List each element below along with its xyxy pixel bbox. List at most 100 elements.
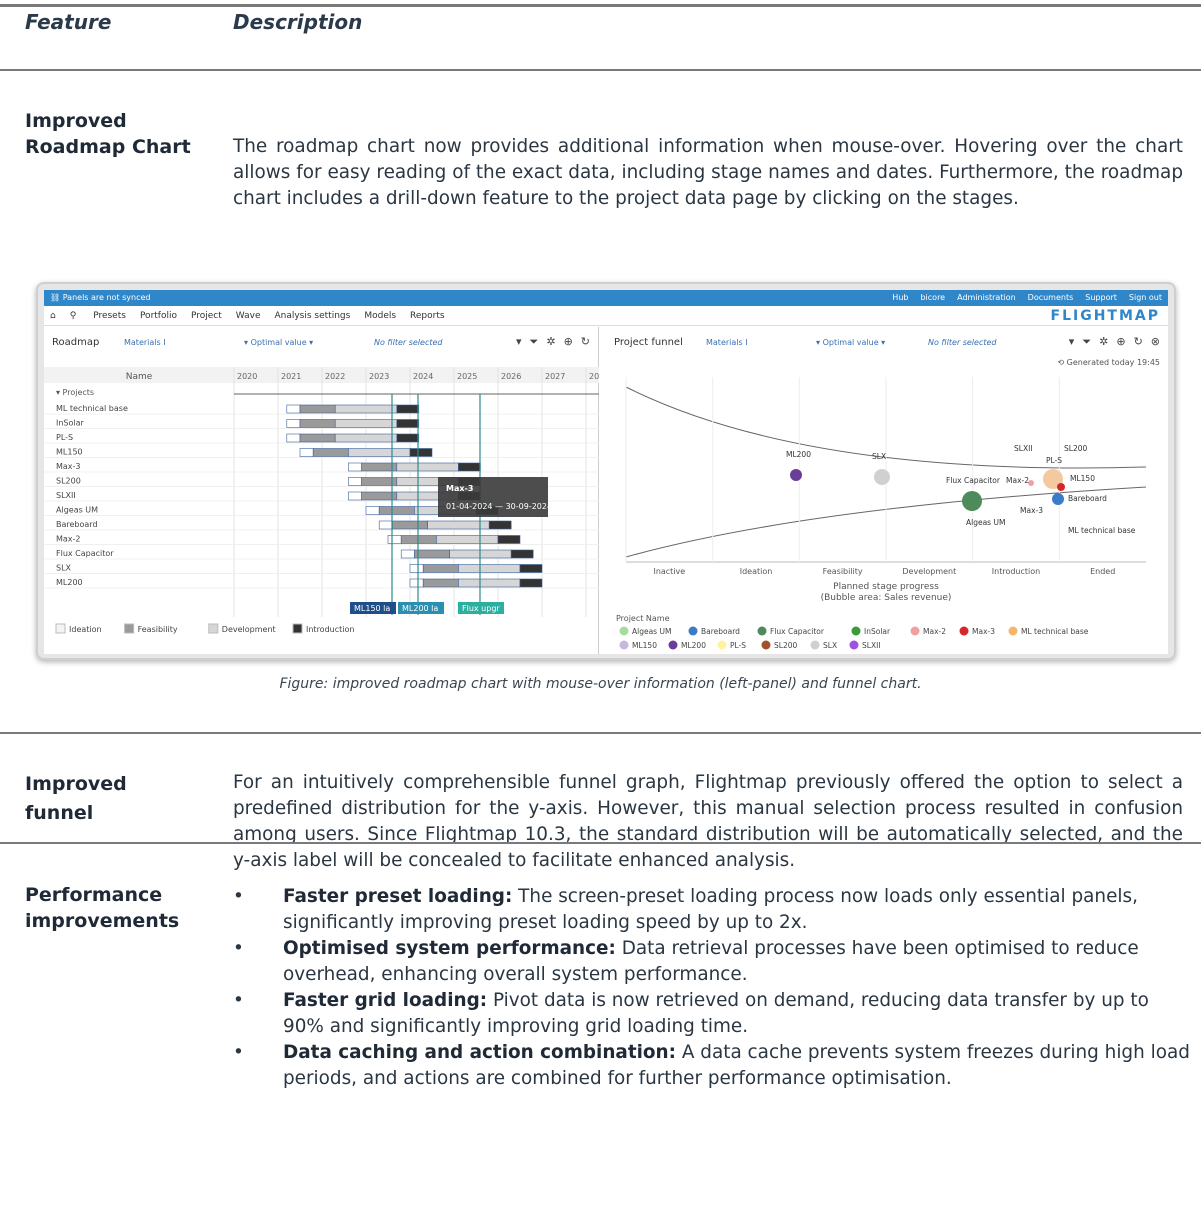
stage-bar xyxy=(396,419,420,428)
row-label: Flux Capacitor xyxy=(56,549,114,558)
filter-icon[interactable]: ⏷ xyxy=(1082,335,1091,348)
roadmap-value-select[interactable]: ▾ Optimal value ▾ xyxy=(244,338,313,347)
row-label: SLX xyxy=(56,564,72,573)
funnel-dataset-select[interactable]: Materials I xyxy=(706,338,748,347)
tooltip-title: Max-3 xyxy=(446,484,473,493)
x-axis-sublabel: (Bubble area: Sales revenue) xyxy=(821,593,952,603)
funnel-toolbar: ▾ ⏷ ✲ ⊕ ↻ ⊗ xyxy=(1061,335,1160,349)
legend-marker xyxy=(851,626,861,636)
menu-item[interactable]: Presets xyxy=(93,311,126,321)
bullet-icon: • xyxy=(233,886,244,907)
top-links: Hub bicore Administration Documents Support S… xyxy=(880,290,1162,306)
dropdown-icon[interactable]: ▾ xyxy=(1069,335,1075,348)
stage-bar xyxy=(299,448,314,457)
refresh-icon[interactable]: ↻ xyxy=(581,335,590,348)
funnel-chart: Inactive Ideation Feasibility Development In… xyxy=(616,377,1147,650)
bubble-label: SLX xyxy=(872,452,886,461)
menu-item[interactable]: Analysis settings xyxy=(274,311,350,321)
stage-bar xyxy=(334,433,398,443)
year-label: 2026 xyxy=(501,372,521,381)
stage-label: Development xyxy=(902,567,956,576)
legend-label: Bareboard xyxy=(701,627,740,636)
menu-item[interactable]: Portfolio xyxy=(140,311,177,321)
list-item-title: Faster grid loading: xyxy=(283,990,488,1011)
milestone-label: Flux upgr xyxy=(462,604,500,613)
roadmap-dataset-select[interactable]: Materials I xyxy=(124,338,166,347)
filter-icon[interactable]: ⏷ xyxy=(530,335,539,348)
stage-bar xyxy=(422,564,459,573)
top-link[interactable]: bicore xyxy=(920,293,945,302)
bubble-label: ML150 xyxy=(1070,474,1095,483)
roadmap-filter-select[interactable]: No filter selected xyxy=(374,338,442,347)
top-link[interactable]: Sign out xyxy=(1129,293,1162,302)
top-link[interactable]: Support xyxy=(1085,293,1117,302)
stage-bar xyxy=(519,564,543,573)
stage-bar xyxy=(348,477,362,486)
top-link[interactable]: Documents xyxy=(1028,293,1074,302)
stage-bar xyxy=(348,491,362,501)
legend-marker xyxy=(619,626,629,636)
bubble-label: PL-S xyxy=(1046,456,1062,465)
funnel-filter-select[interactable]: No filter selected xyxy=(928,338,996,347)
stage-bar xyxy=(299,419,336,428)
stage-bar xyxy=(286,419,301,428)
bubble xyxy=(962,491,982,511)
bullet-icon: • xyxy=(233,990,244,1011)
stage-bar xyxy=(396,404,420,414)
legend-label: Development xyxy=(222,625,276,634)
legend-swatch xyxy=(124,623,135,634)
top-link[interactable]: Hub xyxy=(892,293,908,302)
bubble-label: Max-3 xyxy=(1020,506,1043,515)
row-label: PL-S xyxy=(56,433,73,442)
legend-label: Max-2 xyxy=(923,627,946,636)
legend-marker xyxy=(810,640,820,650)
legend-marker xyxy=(619,640,629,650)
stage-label: Ended xyxy=(1090,567,1115,576)
stage-bar xyxy=(409,578,424,588)
row-label: InSolar xyxy=(56,419,85,428)
year-label: 2023 xyxy=(369,372,389,381)
legend-label: SL200 xyxy=(774,641,797,650)
stage-bar xyxy=(396,433,420,443)
legend-marker xyxy=(959,626,969,636)
legend-label: Ideation xyxy=(69,625,102,634)
menu-items: ⌂ ⚲ Presets Portfolio Project Wave Analysis s… xyxy=(50,306,473,326)
list-item-title: Faster preset loading: xyxy=(283,886,513,907)
gear-icon[interactable]: ✲ xyxy=(1099,335,1108,348)
milestone-label: ML200 la xyxy=(402,604,438,613)
bubble xyxy=(1052,493,1064,505)
list-item: • Data caching and action combination: A … xyxy=(233,1040,1193,1092)
gear-icon[interactable]: ✲ xyxy=(546,335,555,348)
download-icon[interactable]: ⊕ xyxy=(564,335,573,348)
stage-bar xyxy=(422,578,459,588)
menu-item[interactable]: Reports xyxy=(410,311,445,321)
close-icon[interactable]: ⊗ xyxy=(1151,335,1160,348)
menu-item[interactable]: Wave xyxy=(236,311,261,321)
row-label: ML150 xyxy=(56,448,83,457)
stage-bar xyxy=(286,404,301,414)
download-icon[interactable]: ⊕ xyxy=(1116,335,1125,348)
menu-item[interactable]: Project xyxy=(191,311,222,321)
legend-marker xyxy=(849,640,859,650)
stage-label: Inactive xyxy=(653,567,685,576)
tooltip-range: 01-04-2024 — 30-09-2024 xyxy=(446,502,552,511)
bubble-label: Algeas UM xyxy=(966,518,1005,527)
bubble-label: ML technical base xyxy=(1068,526,1136,535)
figure-caption: Figure: improved roadmap chart with mous… xyxy=(279,676,922,692)
stage-bar xyxy=(392,520,428,530)
stage-bar xyxy=(436,535,499,544)
home-icon[interactable]: ⌂ xyxy=(50,311,56,321)
funnel-value-select[interactable]: ▾ Optimal value ▾ xyxy=(816,338,885,347)
refresh-icon[interactable]: ↻ xyxy=(1134,335,1143,348)
search-icon[interactable]: ⚲ xyxy=(70,311,77,321)
row-divider xyxy=(0,69,1201,71)
legend-marker xyxy=(910,626,920,636)
dropdown-icon[interactable]: ▾ xyxy=(516,335,522,348)
stage-label: Feasibility xyxy=(823,567,863,576)
menu-item[interactable]: Models xyxy=(364,311,396,321)
stage-bar xyxy=(396,462,459,472)
top-link[interactable]: Administration xyxy=(957,293,1016,302)
row-divider xyxy=(0,732,1201,734)
stage-bar xyxy=(510,549,534,559)
stage-bar xyxy=(400,549,415,559)
